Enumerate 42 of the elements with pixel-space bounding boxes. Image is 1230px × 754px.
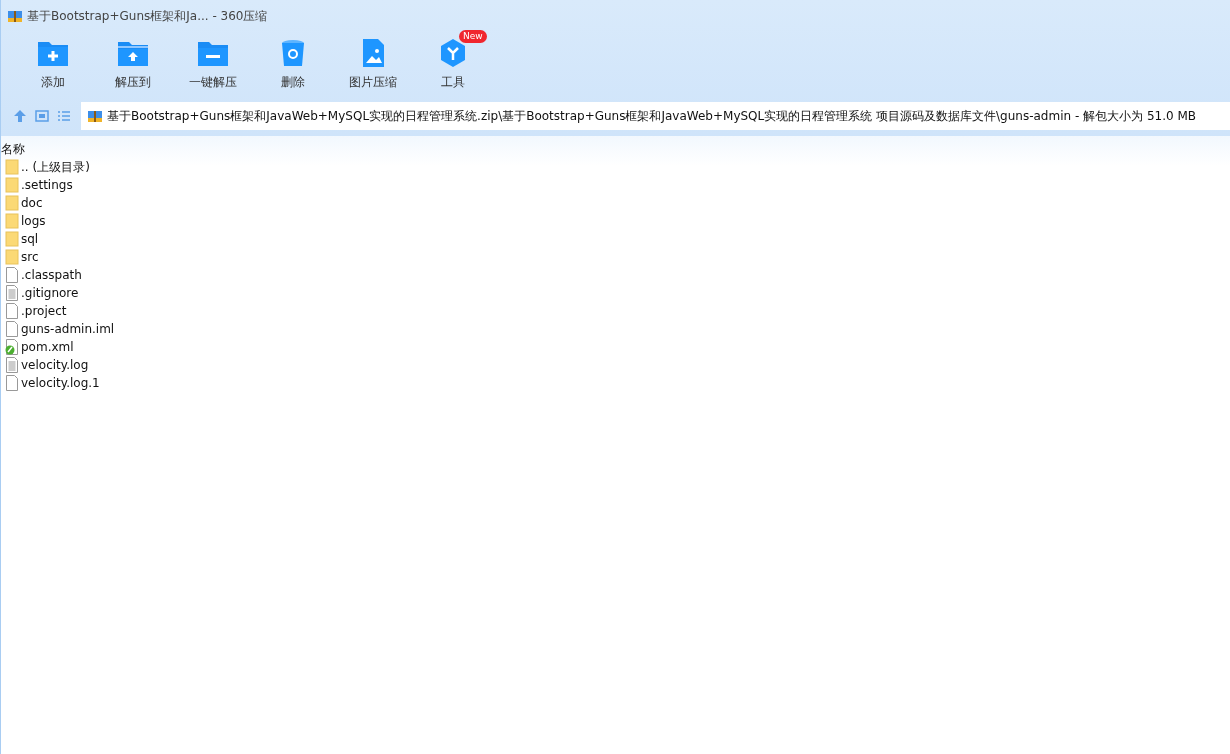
toolbar-button[interactable]: 解压到	[93, 32, 173, 98]
folder-icon	[5, 249, 19, 265]
toolbar-button[interactable]: 添加	[13, 32, 93, 98]
list-view-icon[interactable]	[57, 109, 71, 123]
archive-icon	[7, 8, 23, 24]
toolbar-button[interactable]: 图片压缩	[333, 32, 413, 98]
file-name[interactable]: guns-admin.iml	[21, 322, 115, 336]
folder-icon	[5, 213, 19, 229]
folder-icon	[5, 231, 19, 247]
toolbar-button[interactable]: 删除	[253, 32, 333, 98]
file-name[interactable]: .gitignore	[21, 286, 79, 300]
archive-path: 基于Bootstrap+Guns框架和JavaWeb+MySQL实现的日程管理系统.zip\基于Bootstrap+Guns框架和JavaWeb+MySQL实现的日程管理系统 项目源码及数据库文件\guns-admin - 解包大小为 51.0 MB	[107, 107, 1196, 125]
folder-icon	[5, 177, 19, 193]
folder-icon	[5, 159, 19, 175]
file-name[interactable]: logs	[21, 214, 46, 228]
file-name[interactable]: velocity.log.1	[21, 376, 100, 390]
toolbar-button[interactable]: New 工具	[413, 32, 493, 98]
file-name[interactable]: .. (上级目录)	[21, 158, 90, 176]
address-bar[interactable]: 基于Bootstrap+Guns框架和JavaWeb+MySQL实现的日程管理系统.zip\基于Bootstrap+Guns框架和JavaWeb+MySQL实现的日程管理系统 项目源码及数据库文件\guns-admin - 解包大小为 51.0 MB	[81, 102, 1230, 130]
file-icon	[5, 303, 19, 319]
new-badge: New	[459, 30, 487, 43]
file-icon	[5, 267, 19, 283]
text-file-icon	[5, 285, 19, 301]
toolbar-button[interactable]: 一键解压	[173, 32, 253, 98]
text-file-icon	[5, 357, 19, 373]
file-name[interactable]: sql	[21, 232, 39, 246]
file-name[interactable]: doc	[21, 196, 43, 210]
file-name[interactable]: src	[21, 250, 39, 264]
window-title: 基于Bootstrap+Guns框架和Ja... - 360压缩	[27, 7, 268, 25]
file-icon	[5, 321, 19, 337]
file-name[interactable]: .project	[21, 304, 67, 318]
file-name[interactable]: pom.xml	[21, 340, 74, 354]
xml-file-icon	[5, 339, 19, 355]
file-name[interactable]: .classpath	[21, 268, 82, 282]
up-arrow-icon[interactable]	[13, 109, 27, 123]
column-header[interactable]: 名称	[1, 140, 25, 158]
file-icon	[5, 375, 19, 391]
file-name[interactable]: .settings	[21, 178, 73, 192]
folder-icon	[5, 195, 19, 211]
archive-icon	[87, 108, 103, 124]
file-name[interactable]: velocity.log	[21, 358, 89, 372]
thumbnail-view-icon[interactable]	[35, 109, 49, 123]
